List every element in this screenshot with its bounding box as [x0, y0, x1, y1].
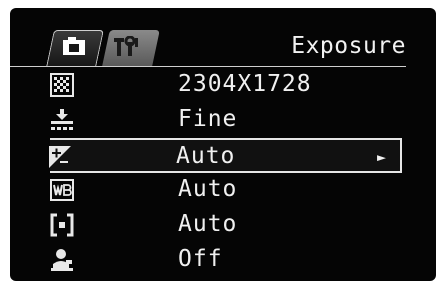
submenu-arrow-icon: ► [376, 148, 386, 166]
setting-row-iso-sensitivity[interactable]: Off [10, 243, 436, 278]
divider [50, 66, 406, 67]
setting-row-quality[interactable]: Fine [10, 103, 436, 138]
setting-row-image-size[interactable]: 2304X1728 [10, 68, 436, 103]
divider [10, 66, 50, 67]
quality-icon [51, 109, 73, 130]
exposure-compensation-icon [49, 146, 71, 168]
metering-icon [50, 213, 74, 237]
settings-list: 2304X1728 Fine Auto ► Auto Auto Off [10, 68, 436, 278]
setting-value: Fine [178, 106, 238, 132]
setting-value: 2304X1728 [178, 71, 312, 97]
white-balance-icon [50, 179, 74, 201]
setting-row-white-balance[interactable]: Auto [10, 173, 436, 208]
menu-header: Exposure [10, 8, 436, 67]
camera-icon [63, 37, 85, 55]
setting-value: Off [178, 246, 223, 272]
setting-value: Auto [176, 143, 236, 169]
menu-title: Exposure [291, 33, 406, 59]
setting-row-metering[interactable]: Auto [10, 208, 436, 243]
iso-sensitivity-icon [51, 249, 73, 271]
setting-value: Auto [178, 176, 238, 202]
setting-row-exposure-compensation[interactable]: Auto ► [49, 138, 402, 173]
setting-value: Auto [178, 211, 238, 237]
setup-tools-icon [114, 36, 138, 56]
image-size-icon [50, 73, 74, 97]
camera-menu-screen: Exposure 2304X1728 Fine Auto ► Auto Auto… [10, 8, 436, 281]
